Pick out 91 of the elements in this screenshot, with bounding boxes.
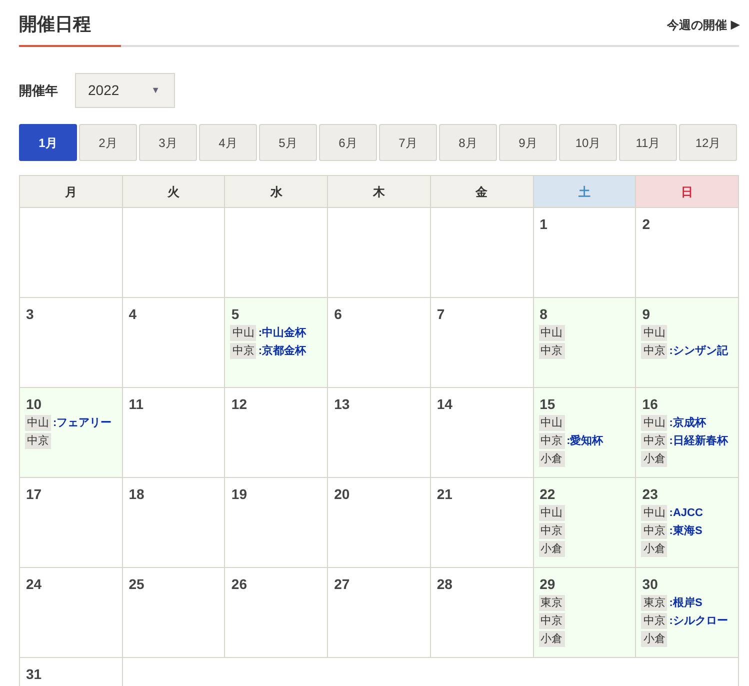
weekday-header: 土 (534, 176, 636, 208)
day-number: 12 (230, 395, 248, 413)
day-number: 26 (230, 575, 248, 593)
day-number: 11 (128, 395, 145, 413)
venue-tag: 小倉 (538, 540, 565, 556)
day-number: 24 (25, 575, 43, 593)
day-number: 1 (538, 215, 548, 233)
month-tab[interactable]: 9月 (499, 124, 557, 161)
day-number: 15 (538, 395, 556, 413)
weekday-header: 火 (122, 176, 226, 208)
venue-tag: 中山 (641, 414, 668, 430)
venue-tag: 中京 (538, 522, 565, 538)
venue-tag: 中京 (538, 612, 565, 628)
day-number: 10 (25, 395, 43, 413)
month-tab[interactable]: 4月 (199, 124, 257, 161)
weekday-header: 水 (225, 176, 328, 208)
venue-tag: 中山 (641, 504, 668, 520)
venue-tag: 中山 (538, 324, 565, 340)
race-link[interactable]: :AJCC (669, 504, 703, 520)
this-week-link[interactable]: 今週の開催 ▶ (667, 16, 739, 34)
venue-tag: 中山 (25, 414, 51, 430)
venue-tag: 中京 (25, 432, 51, 448)
day-number: 2 (641, 215, 652, 233)
race-link[interactable]: :愛知杯 (566, 432, 604, 448)
day-number: 9 (641, 305, 652, 323)
day-number: 7 (436, 305, 446, 323)
venue-tag: 小倉 (641, 540, 668, 556)
day-number: 29 (538, 575, 556, 593)
month-tab[interactable]: 11月 (619, 124, 677, 161)
day-number: 25 (128, 575, 146, 593)
year-label: 開催年 (19, 82, 59, 100)
venue-tag: 中京 (230, 342, 256, 358)
month-tab[interactable]: 3月 (139, 124, 197, 161)
venue-tag: 中京 (641, 342, 668, 358)
day-number: 13 (333, 395, 351, 413)
venue-tag: 小倉 (538, 630, 565, 646)
day-number: 3 (25, 305, 35, 323)
race-link[interactable]: :東海S (669, 522, 702, 538)
venue-tag: 小倉 (641, 450, 668, 466)
race-link[interactable]: :シンザン記 (669, 342, 728, 358)
day-number: 18 (128, 485, 146, 503)
month-tab[interactable]: 8月 (439, 124, 497, 161)
month-tab[interactable]: 10月 (559, 124, 617, 161)
venue-tag: 小倉 (641, 630, 668, 646)
weekday-header: 月 (20, 176, 123, 208)
venue-tag: 中山 (230, 324, 256, 340)
year-select[interactable]: 2022 ▼ (75, 73, 175, 108)
race-link[interactable]: :日経新春杯 (669, 432, 728, 448)
month-tab[interactable]: 12月 (679, 124, 737, 161)
venue-tag: 中山 (641, 324, 668, 340)
month-tab[interactable]: 5月 (259, 124, 317, 161)
weekday-header: 木 (328, 176, 431, 208)
venue-tag: 中京 (538, 432, 565, 448)
race-link[interactable]: :シルクロー (669, 612, 728, 628)
month-tab[interactable]: 6月 (319, 124, 377, 161)
race-link[interactable]: :フェアリー (53, 414, 112, 430)
day-number: 8 (538, 305, 548, 323)
venue-tag: 東京 (538, 594, 565, 610)
day-number: 23 (641, 485, 659, 503)
day-number: 4 (128, 305, 138, 323)
day-number: 30 (641, 575, 659, 593)
day-number: 6 (333, 305, 343, 323)
race-link[interactable]: :京成杯 (669, 414, 706, 430)
day-number: 28 (436, 575, 454, 593)
venue-tag: 中京 (641, 612, 668, 628)
weekday-header: 日 (636, 176, 739, 208)
venue-tag: 東京 (641, 594, 668, 610)
day-number: 31 (25, 665, 43, 683)
day-number: 22 (538, 485, 556, 503)
month-tab[interactable]: 1月 (19, 124, 77, 161)
venue-tag: 中山 (538, 414, 565, 430)
venue-tag: 中京 (538, 342, 565, 358)
weekday-header: 金 (430, 176, 534, 208)
month-tab[interactable]: 7月 (379, 124, 437, 161)
page-title: 開催日程 (19, 13, 91, 36)
venue-tag: 中京 (641, 432, 668, 448)
race-link[interactable]: :京都金杯 (258, 342, 306, 358)
day-number: 16 (641, 395, 659, 413)
day-number: 5 (230, 305, 240, 323)
race-link[interactable]: :中山金杯 (258, 324, 306, 340)
day-number: 14 (436, 395, 454, 413)
day-number: 17 (25, 485, 43, 503)
month-tab[interactable]: 2月 (79, 124, 137, 161)
day-number: 21 (436, 485, 454, 503)
day-number: 27 (333, 575, 351, 593)
day-number: 19 (230, 485, 248, 503)
day-number: 20 (333, 485, 351, 503)
race-link[interactable]: :根岸S (669, 594, 702, 610)
venue-tag: 小倉 (538, 450, 565, 466)
venue-tag: 中京 (641, 522, 668, 538)
venue-tag: 中山 (538, 504, 565, 520)
